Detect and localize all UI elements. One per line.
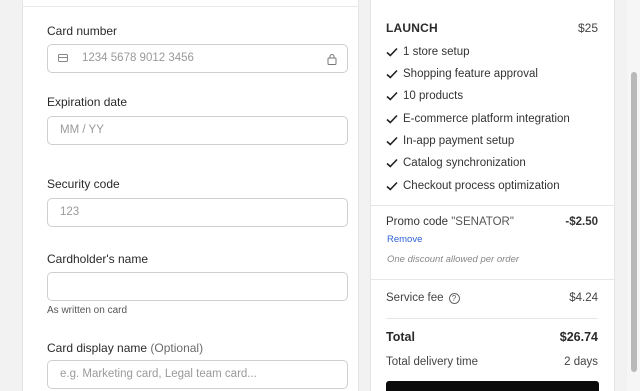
promo-code-value: "SENATOR" [451,216,514,228]
summary-divider [386,318,598,319]
plan-name: LAUNCH [386,21,438,35]
total-label: Total [386,330,415,344]
feature-item: E-commerce platform integration [386,113,570,125]
checkmark-icon [386,158,398,168]
feature-item: Shopping feature approval [386,68,538,80]
lock-icon [327,54,337,65]
form-top-divider [22,6,359,7]
promo-code-title: Promo code [386,216,449,228]
plan-price: $25 [577,21,598,35]
feature-label: Catalog synchronization [403,157,526,169]
checkmark-icon [386,114,398,124]
cardholder-name-label: Cardholder's name [47,252,149,266]
promo-code-label: Promo code "SENATOR" [386,216,514,228]
credit-card-icon [58,54,68,62]
feature-item: 1 store setup [386,46,469,58]
feature-label: E-commerce platform integration [403,113,570,125]
cardholder-helper-text: As written on card [47,305,128,316]
checkmark-icon [386,69,398,79]
checkmark-icon [386,47,398,57]
cardholder-name-input[interactable] [47,272,348,301]
expiration-date-input[interactable]: MM / YY [47,116,348,145]
checkmark-icon [386,91,398,101]
feature-label: Shopping feature approval [403,68,538,80]
checkout-button[interactable] [386,381,599,391]
security-code-label: Security code [47,177,120,191]
card-number-label: Card number [47,24,118,38]
optional-tag: (Optional) [150,341,204,355]
feature-item: 10 products [386,90,463,102]
feature-label: 10 products [403,90,464,102]
summary-divider [371,205,614,206]
card-display-name-label-text: Card display name [47,341,148,355]
card-display-name-placeholder: e.g. Marketing card, Legal team card... [60,368,257,380]
scrollbar-thumb[interactable] [631,72,637,372]
discount-note: One discount allowed per order [387,254,520,265]
feature-item: In-app payment setup [386,135,514,147]
feature-item: Catalog synchronization [386,157,526,169]
feature-label: 1 store setup [403,46,470,58]
help-icon[interactable]: ? [448,292,460,304]
card-number-placeholder: 1234 5678 9012 3456 [82,52,194,64]
service-fee-label: Service fee ? [386,292,460,304]
remove-promo-link[interactable]: Remove [387,234,422,245]
service-fee-amount: $4.24 [569,292,598,304]
checkmark-icon [386,136,398,146]
feature-item: Checkout process optimization [386,180,560,192]
security-code-placeholder: 123 [60,206,80,218]
security-code-input[interactable]: 123 [47,198,348,227]
promo-discount-amount: -$2.50 [565,216,598,228]
expiration-date-placeholder: MM / YY [60,124,104,136]
expiration-date-label: Expiration date [47,95,128,109]
delivery-time-label: Total delivery time [386,356,479,368]
feature-label: Checkout process optimization [403,180,560,192]
feature-label: In-app payment setup [403,135,515,147]
service-fee-text: Service fee [386,292,444,304]
checkmark-icon [386,181,398,191]
card-number-input[interactable]: 1234 5678 9012 3456 [47,44,348,73]
summary-divider [371,279,614,280]
delivery-time-amount: 2 days [564,356,598,368]
card-display-name-label: Card display name (Optional) [47,341,203,355]
card-display-name-input[interactable]: e.g. Marketing card, Legal team card... [47,360,348,389]
total-amount: $26.74 [559,330,598,344]
